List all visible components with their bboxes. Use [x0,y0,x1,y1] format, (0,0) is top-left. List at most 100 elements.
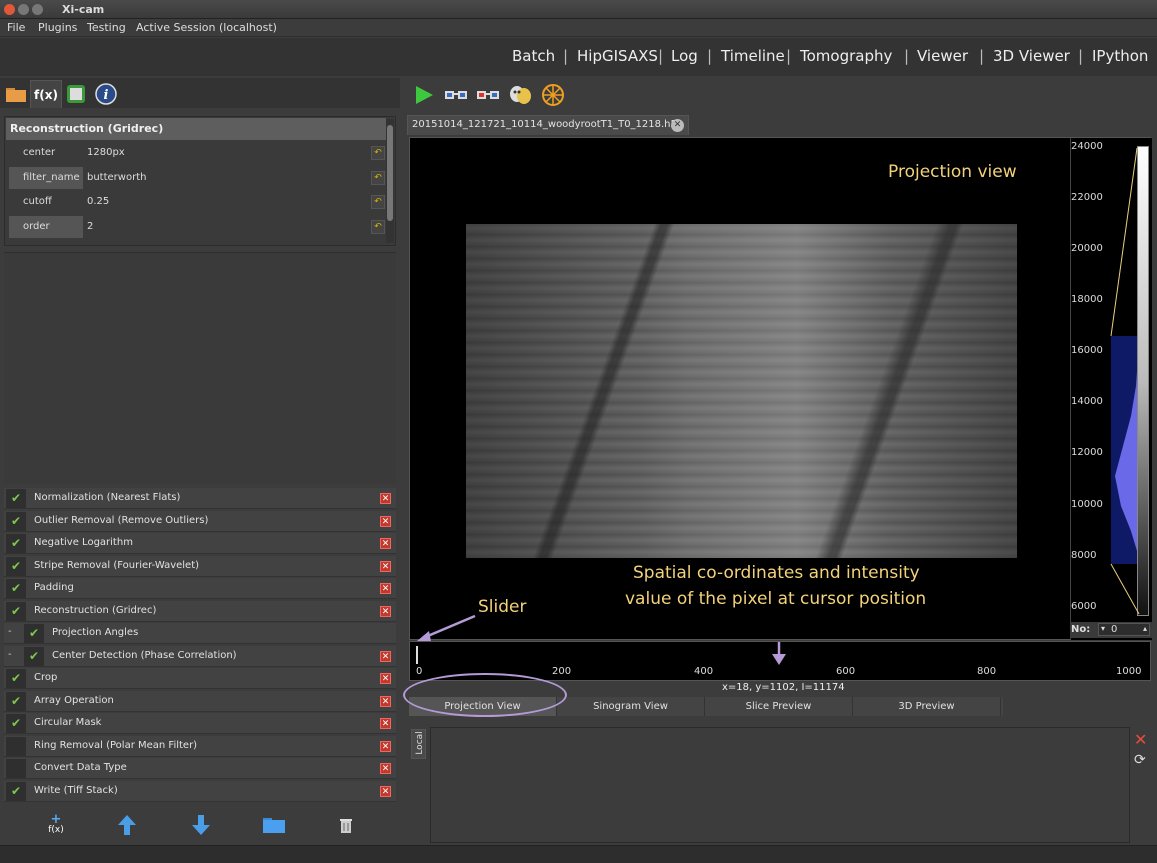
histogram-panel[interactable]: 24000 22000 20000 18000 16000 14000 1200… [1070,138,1152,640]
cancel-icon[interactable]: ✕ [1134,730,1147,749]
file-tab[interactable]: 20151014_121721_10114_woodyrootT1_T0_121… [407,115,689,135]
menu-plugins[interactable]: Plugins [38,21,77,34]
param-value[interactable]: butterworth [87,172,146,183]
enable-checkbox[interactable]: ✔ [24,646,44,666]
collapse-icon[interactable]: - [8,626,12,637]
enable-checkbox[interactable]: ✔ [6,781,26,801]
slider-annotation-arrow [417,614,476,641]
spinbox-up-icon[interactable]: ▴ [1143,624,1147,633]
refresh-icon[interactable]: ⟳ [1134,752,1146,768]
delete-icon[interactable]: ✕ [380,538,391,549]
preview-slice-button[interactable] [443,82,469,108]
close-window-button[interactable] [4,4,15,15]
run-button[interactable] [411,82,437,108]
enable-checkbox[interactable]: ✔ [6,691,26,711]
collapse-icon[interactable]: - [8,649,12,660]
delete-icon[interactable]: ✕ [380,673,391,684]
menu-file[interactable]: File [7,21,25,34]
reset-icon[interactable]: ↶ [371,146,385,160]
tab-3d-preview[interactable]: 3D Preview [853,697,1001,716]
reset-icon[interactable]: ↶ [371,220,385,234]
pipeline-item[interactable]: ✔ Circular Mask ✕ [4,713,396,734]
delete-icon[interactable]: ✕ [380,515,391,527]
delete-icon[interactable]: ✕ [380,695,391,707]
pipeline-item[interactable]: - ✔ Projection Angles [4,623,396,644]
spinbox-down-icon[interactable]: ▾ [1101,624,1105,633]
pipeline-item[interactable]: Convert Data Type ✕ [4,758,396,779]
tab-preview[interactable] [62,80,90,108]
pipeline-item[interactable]: ✔ Crop ✕ [4,668,396,689]
mask-button[interactable] [507,82,533,108]
param-scrollbar[interactable] [386,119,394,243]
scrollbar-thumb[interactable] [387,125,393,221]
tab-sinogram-view[interactable]: Sinogram View [557,697,705,716]
enable-checkbox[interactable]: ✔ [6,579,26,598]
enable-checkbox[interactable] [6,736,26,756]
slider-track[interactable] [416,646,418,664]
delete-icon[interactable]: ✕ [380,740,391,752]
open-pipeline-button[interactable] [260,812,288,838]
projection-viewer[interactable]: Projection view Spatial co-ordinates and… [409,137,1151,640]
preview-3d-button[interactable] [475,82,501,108]
pipeline-item-label: Ring Removal (Polar Mean Filter) [34,739,198,751]
function-panel-empty [4,252,396,484]
tab-local[interactable]: Local [411,729,426,759]
tab-files[interactable] [2,80,30,108]
delete-icon[interactable]: ✕ [380,763,391,774]
tab-functions[interactable]: f(x) [30,80,62,108]
nav-ipython[interactable]: IPython [1092,47,1148,65]
nav-viewer[interactable]: Viewer [917,47,968,65]
pipeline-item[interactable]: ✔ Padding ✕ [4,578,396,599]
no-spinbox[interactable]: ▾ 0 ▴ [1098,623,1150,636]
pipeline-item[interactable]: ✔ Negative Logarithm ✕ [4,533,396,554]
pipeline-item[interactable]: ✔ Outlier Removal (Remove Outliers) ✕ [4,510,396,532]
nav-hipgisaxs[interactable]: HipGISAXS [577,47,658,65]
tab-info[interactable]: i [92,80,120,108]
nav-3d-viewer[interactable]: 3D Viewer [993,47,1070,65]
pipeline-item[interactable]: ✔ Reconstruction (Gridrec) ✕ [4,600,396,622]
enable-checkbox[interactable]: ✔ [6,534,26,553]
enable-checkbox[interactable]: ✔ [24,624,44,643]
pipeline-item[interactable]: - ✔ Center Detection (Phase Correlation) ✕ [4,645,396,667]
minimize-window-button[interactable] [18,4,29,15]
tab-slice-preview[interactable]: Slice Preview [705,697,853,716]
delete-icon[interactable]: ✕ [380,785,391,797]
move-up-button[interactable] [113,812,141,838]
menu-testing[interactable]: Testing [87,21,126,34]
move-down-button[interactable] [187,812,215,838]
delete-icon[interactable]: ✕ [380,493,391,504]
delete-icon[interactable]: ✕ [380,718,391,729]
delete-icon[interactable]: ✕ [380,583,391,594]
nav-batch[interactable]: Batch [512,47,555,65]
pipeline-item[interactable]: ✔ Stripe Removal (Fourier-Wavelet) ✕ [4,555,396,577]
add-function-button[interactable]: + f(x) [42,812,70,838]
nav-timeline[interactable]: Timeline [721,47,785,65]
delete-icon[interactable]: ✕ [380,650,391,662]
delete-icon[interactable]: ✕ [380,560,391,572]
param-value[interactable]: 2 [87,221,93,232]
enable-checkbox[interactable]: ✔ [6,669,26,688]
maximize-window-button[interactable] [32,4,43,15]
param-value[interactable]: 1280px [87,147,125,158]
delete-icon[interactable]: ✕ [380,605,391,617]
enable-checkbox[interactable]: ✔ [6,556,26,576]
pipeline-item[interactable]: ✔ Array Operation ✕ [4,690,396,712]
center-finder-button[interactable] [540,82,566,108]
param-value[interactable]: 0.25 [87,196,109,207]
pipeline-item[interactable]: ✔ Write (Tiff Stack) ✕ [4,780,396,802]
nav-log[interactable]: Log [671,47,698,65]
pipeline-item[interactable]: ✔ Normalization (Nearest Flats) ✕ [4,488,396,509]
nav-tomography[interactable]: Tomography [800,47,892,65]
enable-checkbox[interactable] [6,759,26,778]
enable-checkbox[interactable]: ✔ [6,601,26,621]
enable-checkbox[interactable]: ✔ [6,511,26,531]
reset-icon[interactable]: ↶ [371,195,385,209]
close-tab-icon[interactable]: ✕ [671,119,684,132]
menu-active-session[interactable]: Active Session (localhost) [136,21,277,34]
clear-pipeline-button[interactable] [332,812,360,838]
pipeline-item[interactable]: Ring Removal (Polar Mean Filter) ✕ [4,735,396,757]
reset-icon[interactable]: ↶ [371,171,385,185]
enable-checkbox[interactable]: ✔ [6,489,26,508]
enable-checkbox[interactable]: ✔ [6,714,26,733]
projection-image[interactable] [466,224,1017,558]
